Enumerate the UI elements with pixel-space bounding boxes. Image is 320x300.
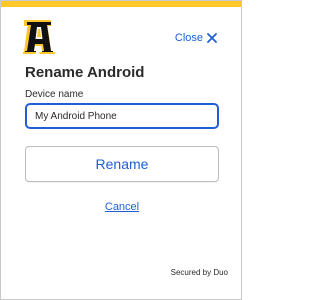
accent-top-bar (1, 1, 241, 7)
institution-logo (20, 19, 55, 55)
device-name-label: Device name (25, 89, 84, 100)
rename-dialog: Close Rename Android Device name Rename … (0, 0, 242, 300)
dialog-title: Rename Android (25, 64, 145, 81)
close-label: Close (174, 32, 203, 44)
device-name-input[interactable] (25, 103, 219, 129)
close-icon (207, 33, 217, 43)
secured-by-footer: Secured by Duo (170, 268, 228, 277)
rename-button[interactable]: Rename (25, 146, 219, 182)
close-button[interactable]: Close (175, 32, 217, 44)
cancel-link[interactable]: Cancel (1, 201, 243, 213)
